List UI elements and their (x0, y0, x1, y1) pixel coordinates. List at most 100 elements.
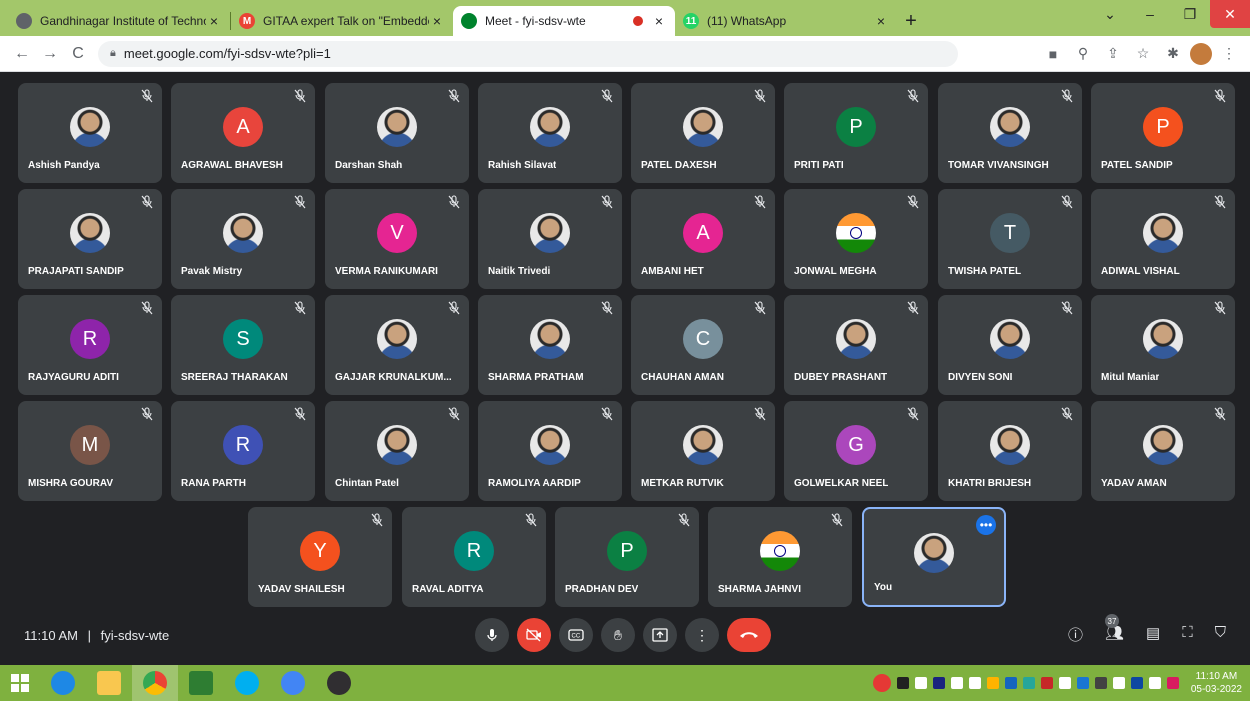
tray-icon[interactable] (1076, 677, 1089, 689)
chromium-icon[interactable] (270, 665, 316, 701)
forward-icon[interactable]: → (36, 40, 64, 68)
minimize-button[interactable]: – (1130, 0, 1170, 28)
captions-button[interactable]: CC (559, 618, 593, 652)
participant-tile[interactable]: V VERMA RANIKUMARI (325, 189, 469, 289)
participant-tile[interactable]: A AMBANI HET (631, 189, 775, 289)
participant-tile[interactable]: TOMAR VIVANSINGH (938, 83, 1082, 183)
tray-icon[interactable] (1130, 677, 1143, 689)
network-icon[interactable] (1112, 677, 1125, 689)
participant-tile[interactable]: A AGRAWAL BHAVESH (171, 83, 315, 183)
extensions-icon[interactable]: ✱ (1160, 41, 1186, 67)
participant-tile[interactable]: SHARMA JAHNVI (708, 507, 852, 607)
participant-tile[interactable]: R RAJYAGURU ADITI (18, 295, 162, 395)
participant-tile[interactable]: ADIWAL VISHAL (1091, 189, 1235, 289)
participant-tile[interactable]: PRAJAPATI SANDIP (18, 189, 162, 289)
tray-icon[interactable] (1022, 677, 1035, 689)
bookmark-star-icon[interactable]: ☆ (1130, 41, 1156, 67)
tab-close-icon[interactable]: × (429, 13, 445, 29)
participant-tile[interactable]: Y YADAV SHAILESH (248, 507, 392, 607)
new-tab-button[interactable]: + (897, 6, 925, 36)
participant-tile[interactable]: DIVYEN SONI (938, 295, 1082, 395)
people-button[interactable]: 37 👥︎ (1104, 614, 1124, 645)
participant-tile[interactable]: Darshan Shah (325, 83, 469, 183)
reload-icon[interactable]: C (64, 40, 92, 68)
tab-close-icon[interactable]: × (651, 13, 667, 29)
participant-tile[interactable]: Rahish Silavat (478, 83, 622, 183)
tray-icon[interactable] (914, 677, 927, 689)
tray-icon[interactable] (896, 677, 909, 689)
host-controls-icon[interactable]: ⛉ (1215, 624, 1226, 645)
chrome-icon[interactable] (132, 665, 178, 701)
participant-tile[interactable]: M MISHRA GOURAV (18, 401, 162, 501)
participant-tile[interactable]: P PRITI PATI (784, 83, 928, 183)
activities-icon[interactable]: ⛶ (1182, 624, 1193, 645)
tray-app-icon[interactable] (872, 674, 891, 692)
participant-tile[interactable]: R RAVAL ADITYA (402, 507, 546, 607)
tab-close-icon[interactable]: × (206, 13, 222, 29)
camera-icon[interactable]: ■ (1040, 41, 1066, 67)
tray-icon[interactable] (1004, 677, 1017, 689)
participant-tile[interactable]: METKAR RUTVIK (631, 401, 775, 501)
participant-tile[interactable]: SHARMA PRATHAM (478, 295, 622, 395)
tile-options-button[interactable]: ••• (976, 515, 996, 535)
chat-icon[interactable]: ▤ (1146, 624, 1160, 645)
participant-tile[interactable]: DUBEY PRASHANT (784, 295, 928, 395)
participant-tile[interactable]: PATEL DAXESH (631, 83, 775, 183)
participant-tile[interactable]: Mitul Maniar (1091, 295, 1235, 395)
windows-start-icon[interactable] (0, 665, 40, 701)
volume-icon[interactable] (1058, 677, 1071, 689)
maximize-button[interactable]: ❐ (1170, 0, 1210, 28)
participant-tile[interactable]: S SREERAJ THARAKAN (171, 295, 315, 395)
browser-tab[interactable]: Gandhinagar Institute of Technol × (8, 6, 230, 36)
tray-icon[interactable] (1040, 677, 1053, 689)
camera-off-button[interactable] (517, 618, 551, 652)
tray-icon[interactable] (1094, 677, 1107, 689)
browser-tab[interactable]: 11 (11) WhatsApp × (675, 6, 897, 36)
participant-tile[interactable]: RAMOLIYA AARDIP (478, 401, 622, 501)
present-button[interactable] (643, 618, 677, 652)
participant-tile[interactable]: P PATEL SANDIP (1091, 83, 1235, 183)
participant-tile[interactable]: R RANA PARTH (171, 401, 315, 501)
tab-search-icon[interactable]: ⌄ (1090, 0, 1130, 28)
tray-icon[interactable] (1166, 677, 1179, 689)
more-options-button[interactable]: ⋮ (685, 618, 719, 652)
meeting-info-icon[interactable]: ⓘ (1068, 624, 1083, 645)
share-icon[interactable]: ⇪ (1100, 41, 1126, 67)
participant-tile[interactable]: Pavak Mistry (171, 189, 315, 289)
file-explorer-icon[interactable] (86, 665, 132, 701)
participant-tile[interactable]: KHATRI BRIJESH (938, 401, 1082, 501)
menu-icon[interactable]: ⋮ (1216, 41, 1242, 67)
participant-tile[interactable]: Naitik Trivedi (478, 189, 622, 289)
participant-tile[interactable]: GAJJAR KRUNALKUM... (325, 295, 469, 395)
tray-icon[interactable] (986, 677, 999, 689)
self-video-tile[interactable]: ••• You (862, 507, 1006, 607)
leave-call-button[interactable] (727, 618, 771, 652)
zoom-icon[interactable]: ⚲ (1070, 41, 1096, 67)
obs-icon[interactable] (316, 665, 362, 701)
signal-icon[interactable] (968, 677, 981, 689)
participant-tile[interactable]: Ashish Pandya (18, 83, 162, 183)
browser-tab[interactable]: M GITAA expert Talk on "Embedded × (231, 6, 453, 36)
close-window-button[interactable]: ✕ (1210, 0, 1250, 28)
taskbar-clock[interactable]: 11:10 AM 05-03-2022 (1191, 670, 1242, 696)
skype-icon[interactable] (224, 665, 270, 701)
participant-tile[interactable]: YADAV AMAN (1091, 401, 1235, 501)
microphone-button[interactable] (475, 618, 509, 652)
internet-explorer-icon[interactable] (40, 665, 86, 701)
participant-tile[interactable]: JONWAL MEGHA (784, 189, 928, 289)
tray-icon[interactable] (1148, 677, 1161, 689)
participant-tile[interactable]: G GOLWELKAR NEEL (784, 401, 928, 501)
address-bar[interactable]: 🔒︎ meet.google.com/fyi-sdsv-wte?pli=1 (98, 40, 958, 67)
back-icon[interactable]: ← (8, 40, 36, 68)
store-icon[interactable] (178, 665, 224, 701)
participant-tile[interactable]: P PRADHAN DEV (555, 507, 699, 607)
participant-tile[interactable]: C CHAUHAN AMAN (631, 295, 775, 395)
tab-close-icon[interactable]: × (873, 13, 889, 29)
participant-tile[interactable]: T TWISHA PATEL (938, 189, 1082, 289)
raise-hand-button[interactable]: ✋︎ (601, 618, 635, 652)
profile-avatar[interactable] (1190, 42, 1212, 65)
bluetooth-icon[interactable] (932, 677, 945, 689)
tray-icon[interactable] (950, 677, 963, 689)
browser-tab[interactable]: Meet - fyi-sdsv-wte × (453, 6, 675, 36)
participant-tile[interactable]: Chintan Patel (325, 401, 469, 501)
